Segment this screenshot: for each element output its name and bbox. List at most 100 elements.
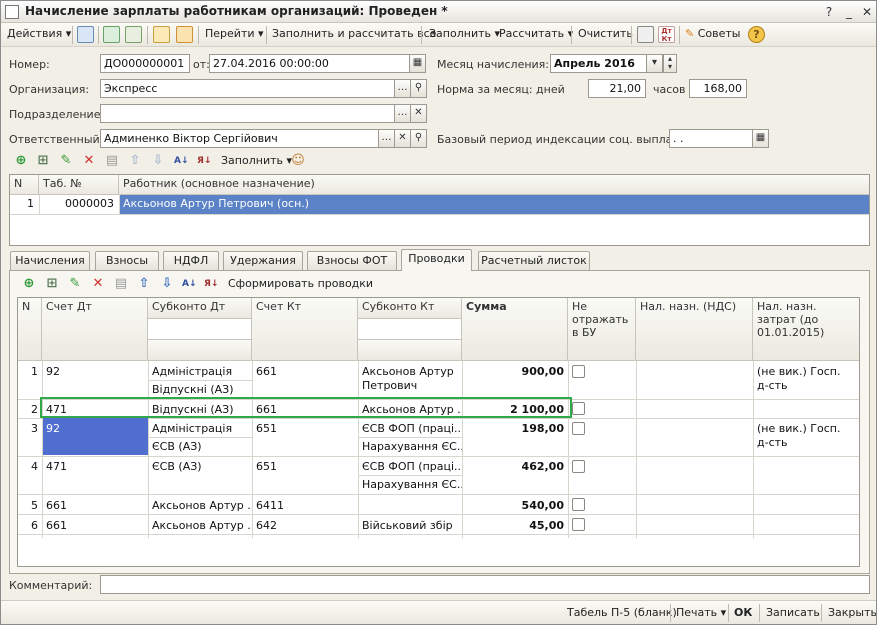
ok-button[interactable]: ОК xyxy=(734,606,752,619)
base-period-calendar-icon[interactable]: ▦ xyxy=(752,129,769,148)
no-bu-checkbox[interactable] xyxy=(572,460,585,473)
responsible-field[interactable]: Админенко Віктор Сергійович xyxy=(100,129,380,148)
no-bu-checkbox[interactable] xyxy=(572,518,585,531)
move-down-icon[interactable]: ⇩ xyxy=(151,154,165,168)
copy-icon[interactable] xyxy=(125,26,142,43)
base-period-field[interactable]: . . xyxy=(669,129,757,148)
sort-asc-icon[interactable]: A↓ xyxy=(174,154,189,168)
post-icon[interactable] xyxy=(77,26,94,43)
document-new-icon[interactable] xyxy=(153,26,170,43)
t5-blank-button[interactable]: Табель П-5 (бланк) xyxy=(567,606,677,619)
close-button[interactable]: Закрыть xyxy=(828,606,876,619)
refresh-icon[interactable] xyxy=(103,26,120,43)
calendar-icon[interactable]: ▦ xyxy=(409,54,426,73)
fill-menu[interactable]: Заполнить ▾ xyxy=(429,27,500,40)
col-vat-header[interactable]: Нал. назн. (НДС) xyxy=(636,298,753,361)
no-bu-checkbox[interactable] xyxy=(572,402,585,415)
table-row[interactable]: 1 92 Адміністрація Відпускні (АЗ) 661 Ак… xyxy=(18,361,859,399)
print-menu[interactable]: Печать ▾ xyxy=(676,606,726,619)
table-row[interactable]: 1 0000003 Аксьонов Артур Петрович (осн.) xyxy=(10,195,869,214)
table-row[interactable]: 2 471 Відпускні (АЗ) 661 Аксьонов Артур … xyxy=(18,397,859,418)
col-tab-header[interactable]: Таб. № xyxy=(39,175,119,195)
tab-payslip[interactable]: Расчетный листок xyxy=(478,251,590,270)
add-copy-icon[interactable]: ⊞ xyxy=(36,154,50,168)
col-dt-header[interactable]: Счет Дт xyxy=(42,298,148,361)
actions-menu[interactable]: Действия ▾ xyxy=(7,27,71,40)
org-search-icon[interactable]: ⚲ xyxy=(410,79,427,98)
number-field[interactable]: ДО000000001 xyxy=(100,54,190,73)
calc-menu[interactable]: Рассчитать ▾ xyxy=(499,27,573,40)
delete-entry-icon[interactable]: ✕ xyxy=(91,277,105,291)
dept-field[interactable] xyxy=(100,104,396,123)
table-row[interactable]: 5 661 Аксьонов Артур ... 6411 540,00 xyxy=(18,494,859,514)
document-edit-icon[interactable] xyxy=(176,26,193,43)
tab-deductions[interactable]: Удержания xyxy=(223,251,303,270)
dt-kt-icon[interactable]: Дт Кт xyxy=(658,26,675,43)
delete-icon[interactable]: ✕ xyxy=(82,154,96,168)
help-circle-icon[interactable]: ? xyxy=(748,26,765,43)
table-row[interactable]: 6 661 Аксьонов Артур ... 642 Військовий … xyxy=(18,514,859,534)
month-spinner-icon[interactable]: ▴ ▾ xyxy=(663,54,677,73)
tab-postings[interactable]: Проводки xyxy=(401,249,472,271)
add-icon[interactable]: ⊕ xyxy=(14,154,28,168)
norm-hours-field[interactable]: 168,00 xyxy=(689,79,747,98)
tips-button[interactable]: ✎ Советы xyxy=(685,27,740,40)
move-up-icon[interactable]: ⇧ xyxy=(128,154,142,168)
responsible-clear-icon[interactable]: ✕ xyxy=(394,129,411,148)
responsible-select-icon[interactable]: … xyxy=(378,129,395,148)
col-worker-header[interactable]: Работник (основное назначение) xyxy=(119,175,869,195)
col-sum-header[interactable]: Сумма xyxy=(462,298,568,361)
entry-sort-asc-icon[interactable]: A↓ xyxy=(182,277,197,291)
close-icon[interactable]: ✕ xyxy=(859,4,875,20)
copy-entry-icon[interactable]: ⊞ xyxy=(45,277,59,291)
tab-accruals[interactable]: Начисления xyxy=(10,251,90,270)
month-field[interactable]: Апрель 2016 xyxy=(550,54,648,73)
col-no-bu-header[interactable]: Не отражать в БУ xyxy=(568,298,636,361)
col-sub-dt-header[interactable]: Субконто Дт xyxy=(148,298,252,319)
selection-person-icon[interactable]: ☺ xyxy=(291,154,305,168)
no-bu-checkbox[interactable] xyxy=(572,498,585,511)
row-sub-dt1: ЄСВ (АЗ) xyxy=(152,460,202,473)
sort-desc-icon[interactable]: Я↓ xyxy=(197,154,211,168)
clear-button[interactable]: Очистить xyxy=(578,27,633,40)
edit-icon[interactable]: ✎ xyxy=(59,154,73,168)
tips-icon: ✎ xyxy=(685,27,695,40)
col-n-header[interactable]: N xyxy=(10,175,39,195)
help-icon[interactable]: ? xyxy=(821,4,837,20)
edit-entry-icon[interactable]: ✎ xyxy=(68,277,82,291)
entry-sort-desc-icon[interactable]: Я↓ xyxy=(204,277,218,291)
norm-days-field[interactable]: 21,00 xyxy=(588,79,646,98)
add-entry-icon[interactable]: ⊕ xyxy=(22,277,36,291)
finish-edit-icon[interactable]: ▤ xyxy=(105,154,119,168)
minimize-icon[interactable]: _ xyxy=(841,4,857,20)
col-kt-header[interactable]: Счет Кт xyxy=(252,298,358,361)
no-bu-checkbox[interactable] xyxy=(572,365,585,378)
responsible-search-icon[interactable]: ⚲ xyxy=(410,129,427,148)
print-label: Печать xyxy=(676,606,718,619)
org-field[interactable]: Экспресс xyxy=(100,79,396,98)
col-cost-header[interactable]: Нал. назн. затрат (до 01.01.2015) xyxy=(753,298,859,361)
org-select-icon[interactable]: … xyxy=(394,79,411,98)
dept-clear-icon[interactable]: ✕ xyxy=(410,104,427,123)
no-bu-checkbox[interactable] xyxy=(572,422,585,435)
dept-select-icon[interactable]: … xyxy=(394,104,411,123)
comment-field[interactable] xyxy=(100,575,870,594)
tab-pdfo[interactable]: НДФЛ xyxy=(163,251,219,270)
entry-up-icon[interactable]: ⇧ xyxy=(137,277,151,291)
entry-down-icon[interactable]: ⇩ xyxy=(160,277,174,291)
form-postings-button[interactable]: Сформировать проводки xyxy=(228,277,373,290)
save-button[interactable]: Записать xyxy=(766,606,820,619)
tab-fot-contributions[interactable]: Взносы ФОТ xyxy=(307,251,397,270)
table-settings-icon[interactable] xyxy=(637,26,654,43)
col-n-header[interactable]: N xyxy=(18,298,42,361)
fill-and-calc-button[interactable]: Заполнить и рассчитать все xyxy=(272,27,436,40)
row-tab-number: 0000003 xyxy=(65,197,114,210)
date-field[interactable]: 27.04.2016 00:00:00 xyxy=(209,54,411,73)
tab-contributions[interactable]: Взносы xyxy=(95,251,159,270)
col-sub-kt-header[interactable]: Субконто Кт xyxy=(358,298,462,319)
goto-menu[interactable]: Перейти ▾ xyxy=(205,27,264,40)
row-dt: 92 xyxy=(46,365,60,378)
end-edit-entry-icon[interactable]: ▤ xyxy=(114,277,128,291)
workers-fill-menu[interactable]: Заполнить ▾ xyxy=(221,154,292,167)
month-dropdown-icon[interactable]: ▾ xyxy=(646,54,663,73)
